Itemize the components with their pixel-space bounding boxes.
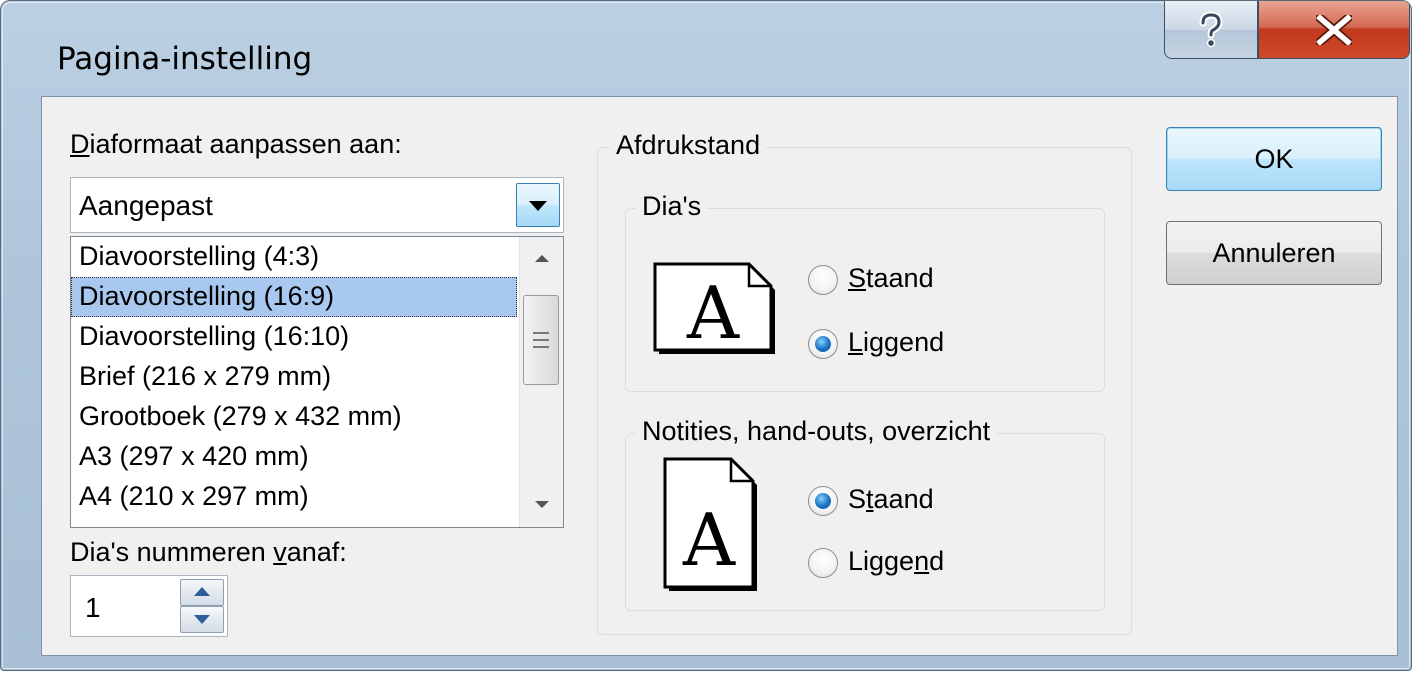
slides-orientation-group: Dia's A Staand Liggend	[625, 191, 1105, 392]
number-from-spinner[interactable]: 1	[70, 575, 228, 637]
list-item[interactable]: Diavoorstelling (16:9)	[71, 277, 517, 317]
list-item[interactable]: Brief (216 x 279 mm)	[71, 357, 517, 397]
help-button[interactable]	[1164, 1, 1258, 59]
radio-circle[interactable]	[808, 548, 838, 578]
spin-up-icon[interactable]	[180, 579, 224, 606]
page-setup-dialog: Pagina-instelling Diaformaat aanpassen a…	[0, 0, 1412, 671]
scrollbar-thumb[interactable]	[523, 295, 559, 385]
notes-legend: Notities, hand-outs, overzicht	[636, 416, 997, 447]
list-item[interactable]: Diavoorstelling (4:3)	[71, 237, 517, 277]
close-button[interactable]	[1258, 1, 1410, 59]
spin-down-icon[interactable]	[180, 606, 224, 633]
list-item[interactable]: A4 (210 x 297 mm)	[71, 477, 517, 517]
chevron-down-icon[interactable]	[516, 183, 560, 227]
orientation-legend: Afdrukstand	[610, 130, 767, 161]
scroll-down-icon[interactable]	[520, 485, 563, 525]
cancel-button[interactable]: Annuleren	[1166, 221, 1382, 285]
slides-legend: Dia's	[636, 191, 708, 222]
scroll-up-icon[interactable]	[520, 239, 563, 279]
slide-size-combobox[interactable]: Aangepast	[70, 177, 564, 233]
slide-size-value: Aangepast	[79, 190, 213, 221]
thumb-grip	[533, 346, 549, 348]
notes-portrait-label: Staand	[848, 484, 934, 514]
list-item[interactable]: A3 (297 x 420 mm)	[71, 437, 517, 477]
portrait-page-icon: A	[663, 457, 757, 591]
radio-circle[interactable]	[808, 265, 838, 295]
ok-button[interactable]: OK	[1166, 127, 1382, 191]
list-item[interactable]: Diavoorstelling (16:10)	[71, 317, 517, 357]
list-scrollbar[interactable]	[519, 237, 563, 527]
slide-size-list[interactable]: Diavoorstelling (4:3) Diavoorstelling (16…	[70, 236, 564, 528]
close-icon	[1316, 14, 1352, 45]
radio-circle[interactable]	[808, 486, 838, 516]
page-letter: A	[686, 271, 740, 355]
slides-portrait-label: Staand	[848, 263, 934, 293]
radio-circle[interactable]	[808, 329, 838, 359]
notes-orientation-group: Notities, hand-outs, overzicht A Staand …	[625, 416, 1105, 611]
thumb-grip	[533, 339, 549, 341]
thumb-grip	[533, 332, 549, 334]
number-slides-label: Dia's nummeren vanaf:	[70, 537, 347, 567]
help-icon	[1199, 10, 1223, 47]
window-title: Pagina-instelling	[57, 41, 313, 77]
notes-landscape-label: Liggend	[848, 546, 945, 576]
slide-size-label: Diaformaat aanpassen aan:	[70, 129, 402, 159]
slide-size-options: Diavoorstelling (4:3) Diavoorstelling (16…	[71, 237, 517, 517]
dialog-content: Diaformaat aanpassen aan: Aangepast Diav…	[41, 96, 1398, 656]
orientation-group: Afdrukstand Dia's A Staand Liggend Notit…	[597, 130, 1132, 635]
page-letter: A	[682, 498, 736, 582]
slides-landscape-label: Liggend	[848, 327, 945, 357]
list-item[interactable]: Grootboek (279 x 432 mm)	[71, 397, 517, 437]
number-from-value: 1	[85, 592, 101, 623]
title-bar[interactable]: Pagina-instelling	[1, 1, 1411, 97]
landscape-page-icon: A	[653, 262, 775, 355]
